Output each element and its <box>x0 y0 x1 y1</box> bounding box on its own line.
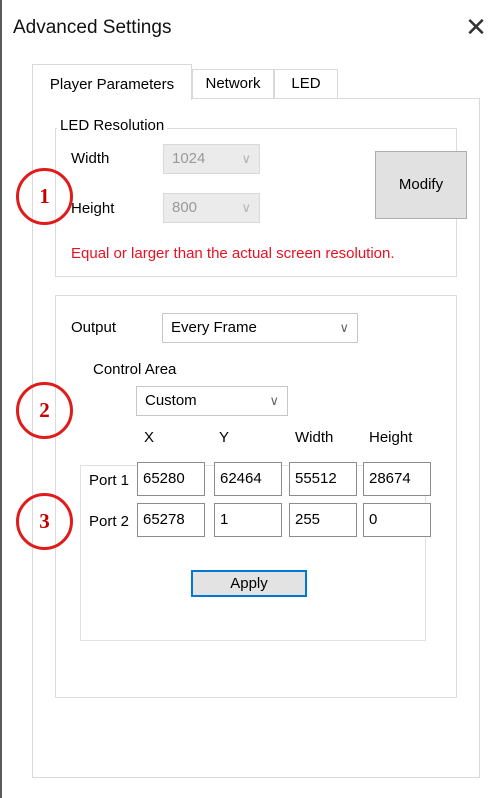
apply-button[interactable]: Apply <box>191 570 307 597</box>
port-2-y-field[interactable]: 1 <box>214 503 282 537</box>
control-area-legend: Control Area <box>90 361 180 378</box>
port-2-height-field[interactable]: 0 <box>363 503 431 537</box>
chevron-down-icon: ∨ <box>339 320 349 335</box>
window-title: Advanced Settings <box>13 17 172 38</box>
led-resolution-legend: LED Resolution <box>57 117 168 134</box>
close-icon[interactable]: ✕ <box>463 13 489 41</box>
chevron-down-icon: ∨ <box>269 393 279 408</box>
annotation-marker-3: 3 <box>16 493 73 550</box>
width-select-value: 1024 <box>172 150 206 167</box>
window-border <box>0 0 2 798</box>
advanced-settings-dialog: Advanced Settings ✕ Player Parameters Ne… <box>0 0 494 798</box>
port-2-width-field[interactable]: 255 <box>289 503 357 537</box>
width-select: 1024 ∨ <box>163 144 260 174</box>
port-1-y-field[interactable]: 62464 <box>214 462 282 496</box>
output-select-value: Every Frame <box>171 319 257 336</box>
tab-player-parameters[interactable]: Player Parameters <box>32 64 192 100</box>
column-x-label: X <box>144 429 155 446</box>
port-1-x-field[interactable]: 65280 <box>137 462 205 496</box>
width-label: Width <box>71 150 110 167</box>
output-label: Output <box>71 319 117 336</box>
annotation-marker-1: 1 <box>16 168 73 225</box>
tab-led[interactable]: LED <box>274 69 338 99</box>
height-select-value: 800 <box>172 199 198 216</box>
column-height-label: Height <box>369 429 413 446</box>
output-select[interactable]: Every Frame ∨ <box>162 313 358 343</box>
port-1-label: Port 1 <box>89 472 130 489</box>
control-area-select-value: Custom <box>145 392 197 409</box>
resolution-warning: Equal or larger than the actual screen r… <box>71 245 395 262</box>
modify-button[interactable]: Modify <box>375 151 467 219</box>
tab-panel-player-parameters: LED Resolution Width 1024 ∨ Height 800 ∨… <box>32 98 480 778</box>
control-area-select[interactable]: Custom ∨ <box>136 386 288 416</box>
height-label: Height <box>71 200 115 217</box>
port-2-x-field[interactable]: 65278 <box>137 503 205 537</box>
height-select: 800 ∨ <box>163 193 260 223</box>
port-1-width-field[interactable]: 55512 <box>289 462 357 496</box>
column-y-label: Y <box>219 429 230 446</box>
annotation-marker-2: 2 <box>16 382 73 439</box>
chevron-down-icon: ∨ <box>241 151 251 166</box>
chevron-down-icon: ∨ <box>241 200 251 215</box>
tab-network[interactable]: Network <box>192 69 274 99</box>
port-1-height-field[interactable]: 28674 <box>363 462 431 496</box>
output-group <box>55 295 457 698</box>
column-width-label: Width <box>295 429 334 446</box>
port-2-label: Port 2 <box>89 513 130 530</box>
